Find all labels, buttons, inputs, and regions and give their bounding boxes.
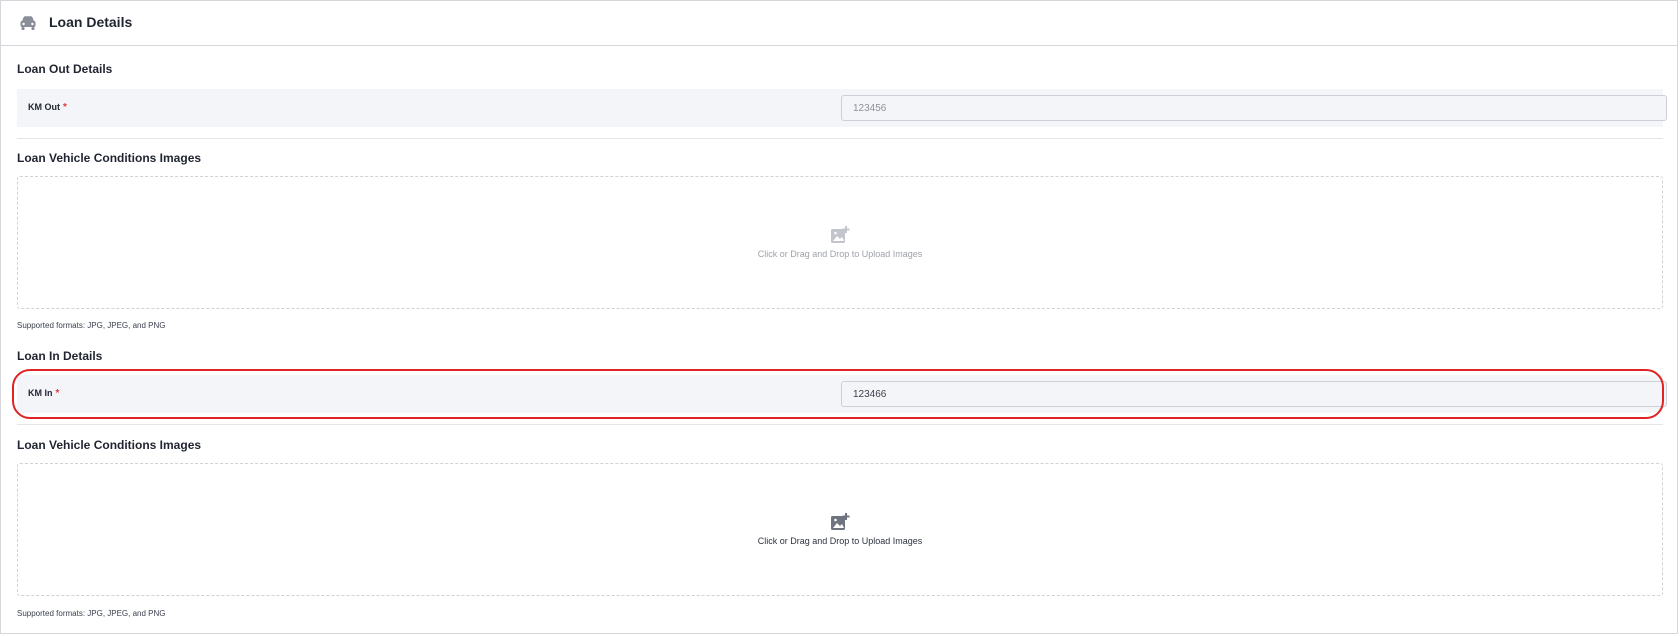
upload-instructions: Click or Drag and Drop to Upload Images	[757, 536, 923, 546]
add-photo-icon	[831, 513, 850, 530]
upload-instructions: Click or Drag and Drop to Upload Images	[757, 249, 923, 259]
card-header: Loan Details	[1, 1, 1677, 46]
required-marker: *	[63, 102, 67, 113]
km-in-row: KM In *	[17, 375, 1667, 413]
loan-in-section-title: Loan In Details	[17, 349, 103, 363]
section-divider	[17, 138, 1663, 139]
km-in-label: KM In *	[28, 388, 60, 399]
loan-details-card: Loan Details Loan Out Details KM Out* Lo…	[0, 0, 1678, 634]
in-images-dropzone[interactable]: Click or Drag and Drop to Upload Images	[17, 463, 1663, 596]
km-out-row: KM Out *	[17, 89, 1667, 127]
car-icon	[20, 16, 36, 30]
section-divider	[17, 424, 1663, 425]
add-photo-icon	[831, 226, 850, 243]
required-marker: *	[55, 388, 60, 399]
page-title: Loan Details	[49, 14, 133, 30]
out-images-dropzone[interactable]: Click or Drag and Drop to Upload Images	[17, 176, 1663, 309]
supported-formats-note: Supported formats: JPG, JPEG, and PNG	[17, 321, 166, 330]
out-images-section-title: Loan Vehicle Conditions Images	[17, 151, 202, 165]
km-in-input[interactable]	[841, 381, 1667, 407]
km-out-input	[841, 95, 1667, 121]
loan-out-section-title: Loan Out Details	[17, 62, 113, 76]
in-images-section-title: Loan Vehicle Conditions Images	[17, 438, 202, 452]
km-out-label: KM Out *	[28, 102, 67, 113]
supported-formats-note: Supported formats: JPG, JPEG, and PNG	[17, 609, 166, 618]
